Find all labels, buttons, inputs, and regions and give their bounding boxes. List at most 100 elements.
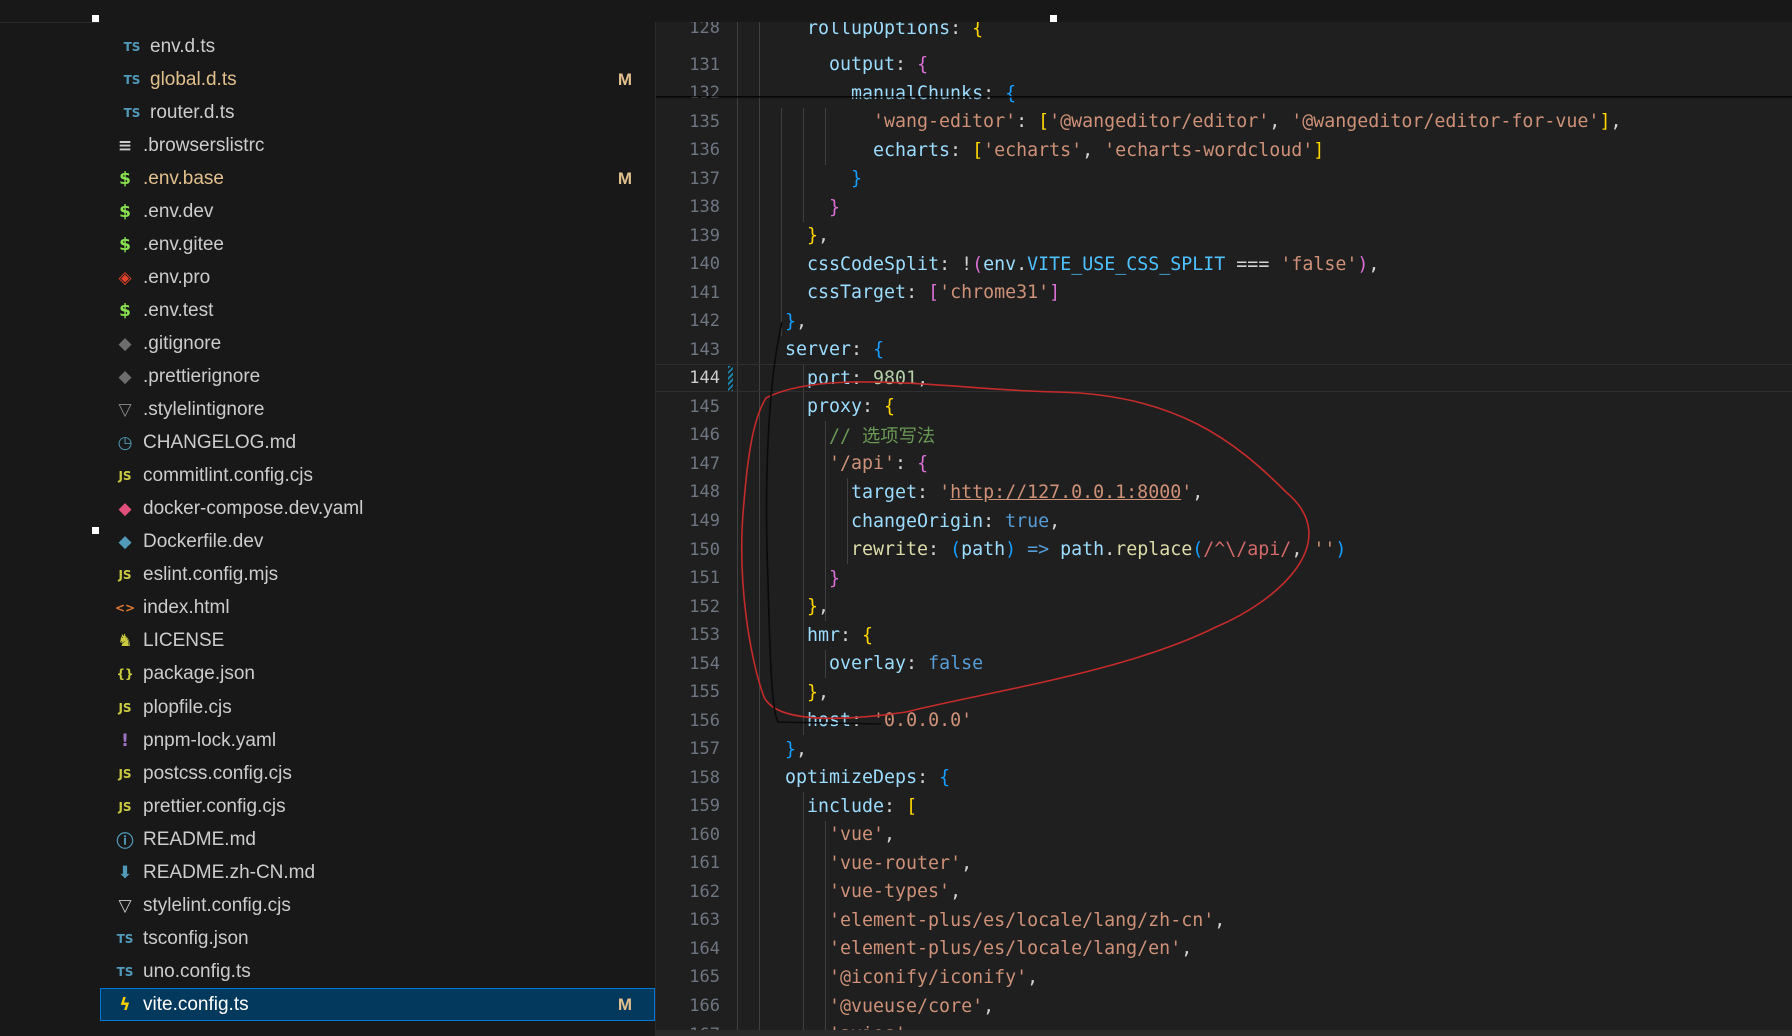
code-editor[interactable]: 128 rollupOptions: { 131 output: {132 manual… xyxy=(656,22,1792,1036)
code-line[interactable]: 145 proxy: { xyxy=(656,393,1792,421)
file-item[interactable]: ♞ LICENSE xyxy=(100,625,655,658)
file-item[interactable]: {} package.json xyxy=(100,658,655,691)
file-item[interactable]: TS tsconfig.json xyxy=(100,922,655,955)
file-label: README.zh-CN.md xyxy=(143,861,316,883)
file-label: .browserslistrc xyxy=(143,134,265,156)
code-line[interactable]: 156 host: '0.0.0.0' xyxy=(656,707,1792,735)
code-line[interactable]: 131 output: { xyxy=(656,51,1792,79)
code-token: : xyxy=(928,539,951,561)
stylelint-icon: ▽ xyxy=(118,895,132,916)
code-line[interactable]: 161 'vue-router', xyxy=(656,849,1792,877)
horizontal-scrollbar[interactable] xyxy=(656,1030,1792,1036)
code-token: : xyxy=(950,139,973,161)
file-item[interactable]: ⓘ README.md xyxy=(100,823,655,856)
code-line[interactable]: 128 rollupOptions: { xyxy=(656,22,1792,42)
file-item[interactable]: JS postcss.config.cjs xyxy=(100,757,655,790)
window-left-margin xyxy=(0,0,100,1036)
file-item[interactable]: $ .env.test xyxy=(100,294,655,327)
js-icon: JS xyxy=(118,700,132,715)
code-line[interactable]: 160 'vue', xyxy=(656,821,1792,849)
code-line[interactable]: 151} xyxy=(656,564,1792,592)
code-line[interactable]: 132 manualChunks: { xyxy=(656,79,1792,107)
code-line[interactable]: 148 target: 'http://127.0.0.1:8000', xyxy=(656,478,1792,506)
code-text: optimizeDeps: { xyxy=(785,767,950,788)
code-line[interactable]: 139}, xyxy=(656,222,1792,250)
file-item[interactable]: ! pnpm-lock.yaml xyxy=(100,724,655,757)
file-item[interactable]: JS commitlint.config.cjs xyxy=(100,460,655,493)
code-line[interactable]: 153 hmr: { xyxy=(656,621,1792,649)
code-line[interactable]: 141 cssTarget: ['chrome31'] xyxy=(656,279,1792,307)
line-number: 145 xyxy=(689,396,720,417)
code-line[interactable]: 163 'element-plus/es/locale/lang/zh-cn', xyxy=(656,906,1792,934)
file-label: eslint.config.mjs xyxy=(143,564,279,586)
code-line[interactable]: 159 include: [ xyxy=(656,792,1792,820)
line-number: 139 xyxy=(689,225,720,246)
file-item[interactable]: ◆ docker-compose.dev.yaml xyxy=(100,493,655,526)
file-item[interactable]: ◆ .gitignore xyxy=(100,327,655,360)
file-item[interactable]: $ .env.gitee xyxy=(100,228,655,261)
code-line[interactable]: 152}, xyxy=(656,593,1792,621)
code-line[interactable]: 135 'wang-editor': ['@wangeditor/editor',… xyxy=(656,108,1792,136)
file-item[interactable]: ≡ .browserslistrc xyxy=(100,129,655,162)
file-label: router.d.ts xyxy=(150,101,235,123)
code-text: '/api': { xyxy=(829,453,928,474)
file-item[interactable]: <> index.html xyxy=(100,592,655,625)
code-line[interactable]: 155}, xyxy=(656,678,1792,706)
code-line[interactable]: 162 'vue-types', xyxy=(656,878,1792,906)
code-token: '@wangeditor/editor' xyxy=(1049,111,1270,133)
file-item[interactable]: TS global.d.ts M xyxy=(100,63,655,96)
code-token: , xyxy=(1214,909,1226,931)
code-token: : xyxy=(851,339,874,361)
code-line[interactable]: 150 rewrite: (path) => path.replace(/^\/a… xyxy=(656,536,1792,564)
file-item[interactable]: ◷ CHANGELOG.md xyxy=(100,427,655,460)
code-line[interactable]: 142}, xyxy=(656,307,1792,335)
code-line[interactable]: 136 echarts: ['echarts', 'echarts-wordclo… xyxy=(656,136,1792,164)
file-item[interactable]: ◆ Dockerfile.dev xyxy=(100,526,655,559)
code-token: ] xyxy=(1313,139,1325,161)
code-line[interactable]: 140 cssCodeSplit: !(env.VITE_USE_CSS_SPLI… xyxy=(656,250,1792,278)
code-token: path xyxy=(961,539,1006,561)
code-line[interactable]: 137} xyxy=(656,165,1792,193)
js-icon: JS xyxy=(118,799,132,814)
code-line[interactable]: 166 '@vueuse/core', xyxy=(656,992,1792,1020)
code-token: 'element-plus/es/locale/lang/zh-cn' xyxy=(829,909,1215,931)
code-line[interactable]: 146 // 选项写法 xyxy=(656,421,1792,449)
code-token: } xyxy=(829,196,841,218)
code-line[interactable]: 165 '@iconify/iconify', xyxy=(656,963,1792,991)
code-token: overlay xyxy=(829,653,907,675)
file-item[interactable]: $ .env.dev xyxy=(100,195,655,228)
selection-handle xyxy=(1050,15,1057,22)
code-line[interactable]: 147 '/api': { xyxy=(656,450,1792,478)
stylelint-icon: ▽ xyxy=(118,400,132,421)
code-line[interactable]: 144 port: 9801, xyxy=(656,364,1792,393)
file-item[interactable]: $ .env.base M xyxy=(100,162,655,195)
file-item[interactable]: ◈ .env.pro xyxy=(100,261,655,294)
file-label: Dockerfile.dev xyxy=(143,531,264,553)
file-item[interactable]: ◆ .prettierignore xyxy=(100,361,655,394)
file-item[interactable]: TS router.d.ts xyxy=(100,96,655,129)
git-modified-badge: M xyxy=(617,168,632,188)
file-item[interactable]: ⬇ README.zh-CN.md xyxy=(100,856,655,889)
code-token: { xyxy=(884,396,896,418)
code-line[interactable]: 158 optimizeDeps: { xyxy=(656,764,1792,792)
code-token: : xyxy=(906,282,929,304)
code-line[interactable]: 157}, xyxy=(656,735,1792,763)
file-item[interactable]: ▽ .stylelintignore xyxy=(100,394,655,427)
file-label: index.html xyxy=(143,597,230,619)
code-line[interactable]: 149 changeOrigin: true, xyxy=(656,507,1792,535)
file-item[interactable]: TS env.d.ts xyxy=(100,30,655,63)
code-token: [ xyxy=(928,282,940,304)
file-item[interactable]: TS uno.config.ts xyxy=(100,955,655,988)
code-line[interactable]: 143 server: { xyxy=(656,336,1792,364)
code-line[interactable]: 138} xyxy=(656,193,1792,221)
file-item[interactable]: ϟ vite.config.ts M xyxy=(100,988,655,1022)
code-token: 'echarts' xyxy=(983,139,1083,161)
file-item[interactable]: JS prettier.config.cjs xyxy=(100,790,655,823)
code-line[interactable]: 154 overlay: false xyxy=(656,650,1792,678)
file-item[interactable]: JS eslint.config.mjs xyxy=(100,559,655,592)
code-token: ) xyxy=(1357,253,1369,275)
file-item[interactable]: JS plopfile.cjs xyxy=(100,691,655,724)
file-item[interactable]: ▽ stylelint.config.cjs xyxy=(100,889,655,922)
code-token: : xyxy=(917,767,940,789)
code-line[interactable]: 164 'element-plus/es/locale/lang/en', xyxy=(656,935,1792,963)
